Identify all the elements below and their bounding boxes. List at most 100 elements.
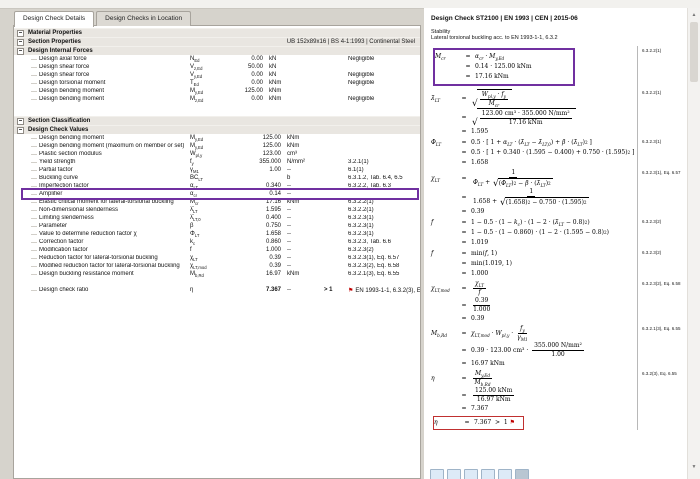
row-unit: kNm (284, 199, 322, 205)
scrollbar-thumb[interactable] (690, 22, 698, 82)
formula-line: =1 − 0.5 · (1 − 0.860) · (1 − 2 · (1.595… (431, 228, 637, 237)
row-value: 0.750 (238, 223, 284, 229)
equals-sign: = (461, 53, 475, 60)
row-value: 0.00 (238, 80, 266, 86)
table-row[interactable]: Amplifierαcr0.14-- (14, 190, 420, 198)
scroll-up-button[interactable]: ▲ (689, 9, 699, 20)
row-symbol: TEd (190, 80, 238, 86)
code-reference: 6.3.2.3(2), Eq. 6.58 (637, 279, 688, 324)
collapse-icon[interactable] (17, 30, 24, 37)
table-row[interactable]: Limiting slendernessλ̄LT,00.400--6.3.2.3… (14, 214, 420, 222)
formula-line: =17.16 kNm (435, 72, 565, 81)
formula-line: =min(1.019, 1) (431, 259, 637, 268)
collapse-icon[interactable] (17, 118, 24, 125)
symbol-text: BCLT (190, 175, 203, 181)
table-row[interactable]: Elastic critical moment for lateral-tors… (14, 198, 420, 206)
toolbar-button-1[interactable] (430, 469, 444, 479)
formula-expression: 1ΦLT + √(ΦLT)2 − β · (λ̄LT)2 (471, 169, 556, 187)
table-row[interactable]: Design torsional momentTEd0.00kNmNegligi… (14, 79, 420, 87)
row-unit: -- (284, 191, 322, 197)
group-row[interactable]: Section PropertiesUB 152x89x16 | BS 4-1:… (14, 37, 420, 46)
table-row[interactable]: Design shear forceVz,Ed50.00kN (14, 63, 420, 71)
table-row[interactable]: Plastic section modulusWpl,y123.00cm³ (14, 150, 420, 158)
row-unit: kNm (266, 96, 310, 102)
formula-main: ΦLT=0.5 · [ 1 + αLT · (λ̄LT − λ̄LT,0) + … (424, 137, 637, 168)
table-row[interactable]: Design shear forceVy,Ed0.00kNNegligible (14, 71, 420, 79)
table-row[interactable]: Modified reduction factor for lateral-to… (14, 262, 420, 270)
design-check-report: Design Check ST2100 | EN 1993 | CEN | 20… (424, 8, 688, 479)
table-row[interactable]: Design bending moment (maximum on member… (14, 142, 420, 150)
table-spacer (14, 103, 420, 116)
report-title: Design Check ST2100 | EN 1993 | CEN | 20… (424, 8, 688, 22)
formula-main: Mb,Rd=χLT,mod · Wpl,y · fyγM1=0.39 · 123… (424, 324, 637, 369)
row-value: 125.00 (238, 88, 266, 94)
symbol-text: f (190, 247, 192, 253)
table-row[interactable]: Design buckling resistance momentMb,Rd16… (14, 270, 420, 278)
row-desc: Design bending moment (14, 88, 190, 94)
table-row[interactable]: Imperfection factorαLT0.340--6.3.2.2, Ta… (14, 182, 420, 190)
table-row[interactable]: Design bending momentMz,Ed0.00kNmNegligi… (14, 95, 420, 103)
group-row[interactable]: Material Properties (14, 28, 420, 37)
tab-design-checks-in-location[interactable]: Design Checks in Location (96, 11, 191, 26)
toolbar-button-2[interactable] (447, 469, 461, 479)
table-row[interactable]: Partial factorγM11.00--6.1(1) (14, 166, 420, 174)
formula-expression: 1.595 (471, 128, 488, 135)
table-row[interactable]: Design bending momentMy,Ed125.00kNm (14, 134, 420, 142)
formula-line: =√123.00 cm³ · 355.000 N/mm²17.16 kNm (431, 108, 637, 126)
row-value: 7.367 (238, 287, 284, 293)
formula-line: =0.39 · 123.00 cm³ · 355.000 N/mm²1.00 (431, 342, 637, 358)
table-row[interactable]: Correction factorkc0.860--6.3.2.3, Tab. … (14, 238, 420, 246)
table-row[interactable]: Design axial forceNEd0.00kNNegligible (14, 55, 420, 63)
formula-line: =0.39 (431, 314, 637, 323)
toolbar-button-6[interactable] (515, 469, 529, 479)
row-value: 50.00 (238, 64, 266, 70)
row-value: 1.595 (238, 207, 284, 213)
row-note: 6.3.2.3(2) (346, 247, 420, 253)
scrollbar[interactable]: ▲ ▼ (687, 8, 700, 479)
table-row[interactable]: Design bending momentMy,Ed125.00kNm (14, 87, 420, 95)
row-symbol: fy (190, 159, 238, 165)
tab-design-check-details[interactable]: Design Check Details (14, 11, 94, 27)
toolbar-button-4[interactable] (481, 469, 495, 479)
formula-main: f=min(f, 1)=min(1.019, 1)=1.000 (424, 248, 637, 279)
collapse-icon[interactable] (17, 127, 24, 134)
table-row[interactable]: Reduction factor for lateral-torsional b… (14, 254, 420, 262)
symbol-text: Mb,Rd (190, 271, 204, 277)
scroll-down-button[interactable]: ▼ (689, 461, 699, 472)
group-row[interactable]: Design Internal Forces (14, 46, 420, 55)
formula-block: ΦLT=0.5 · [ 1 + αLT · (λ̄LT − λ̄LT,0) + … (424, 137, 688, 168)
formula-expression: χLT,mod · Wpl,y · fyγM1 (471, 325, 530, 341)
table-row[interactable]: Modification factorf1.000--6.3.2.3(2) (14, 246, 420, 254)
equals-sign: = (457, 285, 471, 292)
row-symbol: η (190, 287, 238, 293)
formula-main: η=My,EdMb,Rd=125.00 kNm16.97 kNm=7.367 (424, 369, 637, 414)
table-row[interactable]: Parameterβ0.750--6.3.2.3(1) (14, 222, 420, 230)
table-row[interactable]: Non-dimensional slendernessλ̄LT1.595--6.… (14, 206, 420, 214)
collapse-icon[interactable] (17, 48, 24, 55)
group-label: Material Properties (28, 30, 82, 36)
row-desc: Design buckling resistance moment (14, 271, 190, 277)
collapse-icon[interactable] (17, 39, 24, 46)
equals-sign: = (457, 95, 471, 102)
table-row[interactable]: Yield strengthfy355.000N/mm²3.2.1(1) (14, 158, 420, 166)
formula-expression: 7.367 (471, 405, 488, 412)
equals-sign: = (457, 239, 471, 246)
group-row[interactable]: Section Classification (14, 116, 420, 125)
symbol-text: fy (190, 159, 194, 165)
toolbar-button-5[interactable] (498, 469, 512, 479)
row-unit: -- (284, 287, 322, 293)
equals-sign: = (457, 315, 471, 322)
row-desc: Partial factor (14, 167, 190, 173)
formula-symbol: η (434, 419, 460, 426)
table-row[interactable]: Buckling curveBCLTb6.3.1.2, Tab. 6.4, 6.… (14, 174, 420, 182)
code-reference: 6.3.2.3(1) (637, 137, 688, 168)
toolbar-button-3[interactable] (464, 469, 478, 479)
formula-expression: 0.39 · 123.00 cm³ · 355.000 N/mm²1.00 (471, 342, 586, 358)
group-row[interactable]: Design Check Values (14, 125, 420, 134)
row-unit: cm³ (284, 151, 322, 157)
table-row[interactable]: Design check ratioη7.367--> 1⚑EN 1993-1-… (14, 286, 420, 294)
table-row[interactable]: Value to determine reduction factor χΦLT… (14, 230, 420, 238)
symbol-text: Vz,Ed (190, 64, 202, 70)
row-unit: -- (284, 239, 322, 245)
symbol-text: β (190, 223, 193, 229)
